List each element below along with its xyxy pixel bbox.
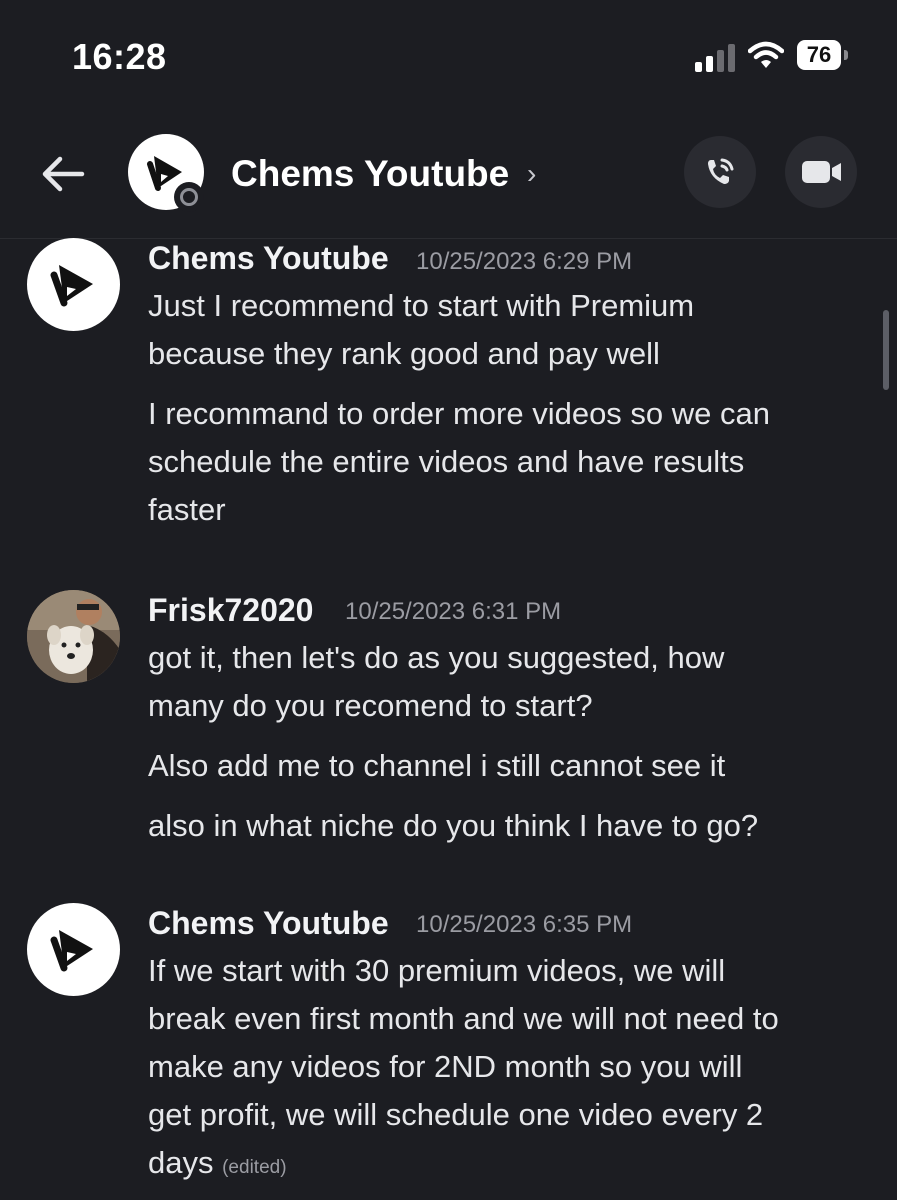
battery-nub xyxy=(844,50,848,60)
play-logo-icon xyxy=(50,265,93,307)
wifi-icon xyxy=(747,40,785,70)
message-text-last: days (edited) xyxy=(148,1145,287,1181)
message-text: faster xyxy=(148,492,226,527)
message-text: also in what niche do you think I have t… xyxy=(148,808,759,843)
author-avatar[interactable] xyxy=(27,590,120,683)
message-text: Just I recommend to start with Premium xyxy=(148,288,695,323)
message-text: get profit, we will schedule one video e… xyxy=(148,1097,764,1132)
status-bar: 16:28 76 xyxy=(0,0,897,110)
cellular-signal-icon xyxy=(695,42,737,72)
channel-header: Chems Youtube › xyxy=(0,110,897,239)
status-time: 16:28 xyxy=(72,36,167,77)
status-indicator-icon xyxy=(174,182,204,212)
video-call-button[interactable] xyxy=(785,136,857,208)
message-text: schedule the entire videos and have resu… xyxy=(148,444,745,479)
author-name[interactable]: Frisk72020 xyxy=(148,592,313,629)
author-avatar[interactable] xyxy=(27,238,120,331)
message-text: days xyxy=(148,1145,214,1180)
chevron-right-icon[interactable]: › xyxy=(527,158,536,190)
scrollbar[interactable] xyxy=(883,310,889,390)
back-button[interactable] xyxy=(36,146,92,202)
message-timestamp: 10/25/2023 6:29 PM xyxy=(416,248,633,275)
author-name[interactable]: Chems Youtube xyxy=(148,240,389,277)
message-text: make any videos for 2ND month so you wil… xyxy=(148,1049,743,1084)
phone-icon xyxy=(708,158,734,184)
battery-indicator: 76 xyxy=(797,40,849,72)
video-camera-icon xyxy=(802,161,841,183)
message-text: because they rank good and pay well xyxy=(148,336,660,371)
message-text: got it, then let's do as you suggested, … xyxy=(148,640,725,675)
message-text: break even first month and we will not n… xyxy=(148,1001,779,1036)
play-logo-icon xyxy=(50,930,93,972)
message-timestamp: 10/25/2023 6:31 PM xyxy=(345,598,562,625)
author-name[interactable]: Chems Youtube xyxy=(148,905,389,942)
battery-level: 76 xyxy=(797,40,841,70)
channel-title[interactable]: Chems Youtube xyxy=(231,153,509,195)
edited-label: (edited) xyxy=(222,1157,287,1178)
user-photo-avatar xyxy=(27,590,120,683)
message-text: Also add me to channel i still cannot se… xyxy=(148,748,726,783)
author-avatar[interactable] xyxy=(27,903,120,996)
message-text: many do you recomend to start? xyxy=(148,688,593,723)
arrow-left-icon xyxy=(42,156,85,192)
voice-call-button[interactable] xyxy=(684,136,756,208)
message-timestamp: 10/25/2023 6:35 PM xyxy=(416,911,633,938)
message-text: If we start with 30 premium videos, we w… xyxy=(148,953,726,988)
message-text: I recommand to order more videos so we c… xyxy=(148,396,770,431)
